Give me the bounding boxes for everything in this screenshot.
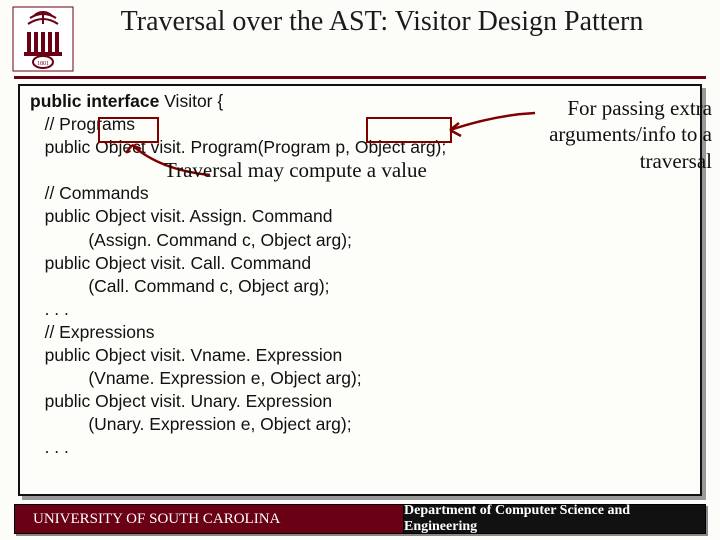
code-line: public Object visit. Unary. Expression bbox=[30, 391, 332, 411]
code-line: (Unary. Expression e, Object arg); bbox=[30, 414, 352, 434]
annotation-box-arg bbox=[366, 117, 452, 143]
code-kw: public interface bbox=[30, 91, 164, 111]
annotation-box-object bbox=[98, 117, 159, 143]
footer-department: Department of Computer Science and Engin… bbox=[403, 504, 706, 534]
slide: 1801 Traversal over the AST: Visitor Des… bbox=[0, 0, 720, 540]
annotation-traversal-label: Traversal may compute a value bbox=[164, 158, 484, 183]
usc-logo-icon: 1801 bbox=[12, 6, 74, 72]
code-line: (Assign. Command c, Object arg); bbox=[30, 230, 352, 250]
annotation-passing-label: For passing extra arguments/info to a tr… bbox=[532, 95, 712, 174]
code-line: (Vname. Expression e, Object arg); bbox=[30, 368, 362, 388]
footer: UNIVERSITY OF SOUTH CAROLINA Department … bbox=[14, 504, 706, 534]
code-line: // Commands bbox=[30, 183, 149, 203]
title-underline bbox=[14, 76, 706, 79]
code-line: // Expressions bbox=[30, 322, 155, 342]
code-line: public Object visit. Assign. Command bbox=[30, 206, 332, 226]
title-area: 1801 Traversal over the AST: Visitor Des… bbox=[0, 0, 720, 72]
code-line: . . . bbox=[30, 299, 69, 319]
svg-text:1801: 1801 bbox=[37, 61, 49, 67]
code-line: . . . bbox=[30, 437, 69, 457]
slide-title: Traversal over the AST: Visitor Design P… bbox=[74, 6, 720, 38]
code-line: (Call. Command c, Object arg); bbox=[30, 276, 330, 296]
code-line: public Object visit. Vname. Expression bbox=[30, 345, 342, 365]
code-line: public Object visit. Call. Command bbox=[30, 253, 311, 273]
footer-university: UNIVERSITY OF SOUTH CAROLINA bbox=[14, 504, 403, 534]
code-text: Visitor { bbox=[164, 91, 223, 111]
